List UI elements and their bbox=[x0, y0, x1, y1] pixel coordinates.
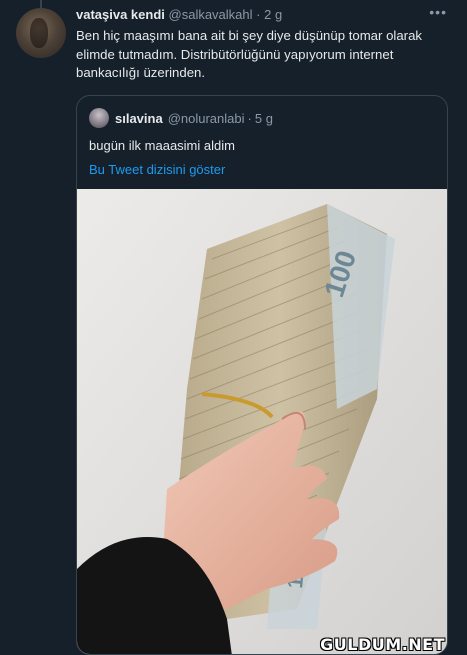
quoted-tweet-header: sılavina @noluranlabi · 5 g bbox=[89, 108, 273, 128]
quoted-avatar[interactable] bbox=[89, 108, 109, 128]
timestamp[interactable]: 2 g bbox=[264, 7, 282, 22]
author-handle[interactable]: @salkavalkahl bbox=[169, 7, 253, 22]
author-name[interactable]: vataşiva kendi bbox=[76, 7, 165, 22]
quoted-author-handle[interactable]: @noluranlabi bbox=[168, 111, 245, 126]
more-options-icon[interactable]: ••• bbox=[429, 4, 447, 20]
tweet-header: vataşiva kendi @salkavalkahl · 2 g bbox=[76, 7, 447, 25]
tweet-photo[interactable]: 100 100 GULDUM.NET bbox=[77, 189, 447, 654]
separator-dot: · bbox=[256, 7, 261, 22]
show-thread-link[interactable]: Bu Tweet dizisini göster bbox=[89, 162, 225, 177]
quoted-timestamp[interactable]: 5 g bbox=[255, 111, 273, 126]
photo-cash-stack-in-hand: 100 100 bbox=[77, 189, 447, 654]
separator-dot: · bbox=[247, 110, 252, 126]
quoted-tweet[interactable]: sılavina @noluranlabi · 5 g bugün ilk ma… bbox=[76, 95, 448, 655]
avatar[interactable] bbox=[16, 8, 66, 58]
watermark: GULDUM.NET bbox=[320, 635, 445, 654]
quoted-author-name[interactable]: sılavina bbox=[115, 111, 163, 126]
quoted-tweet-text: bugün ilk maaasimi aldim bbox=[89, 138, 235, 153]
tweet-text: Ben hiç maaşımı bana ait bi şey diye düş… bbox=[76, 28, 422, 80]
